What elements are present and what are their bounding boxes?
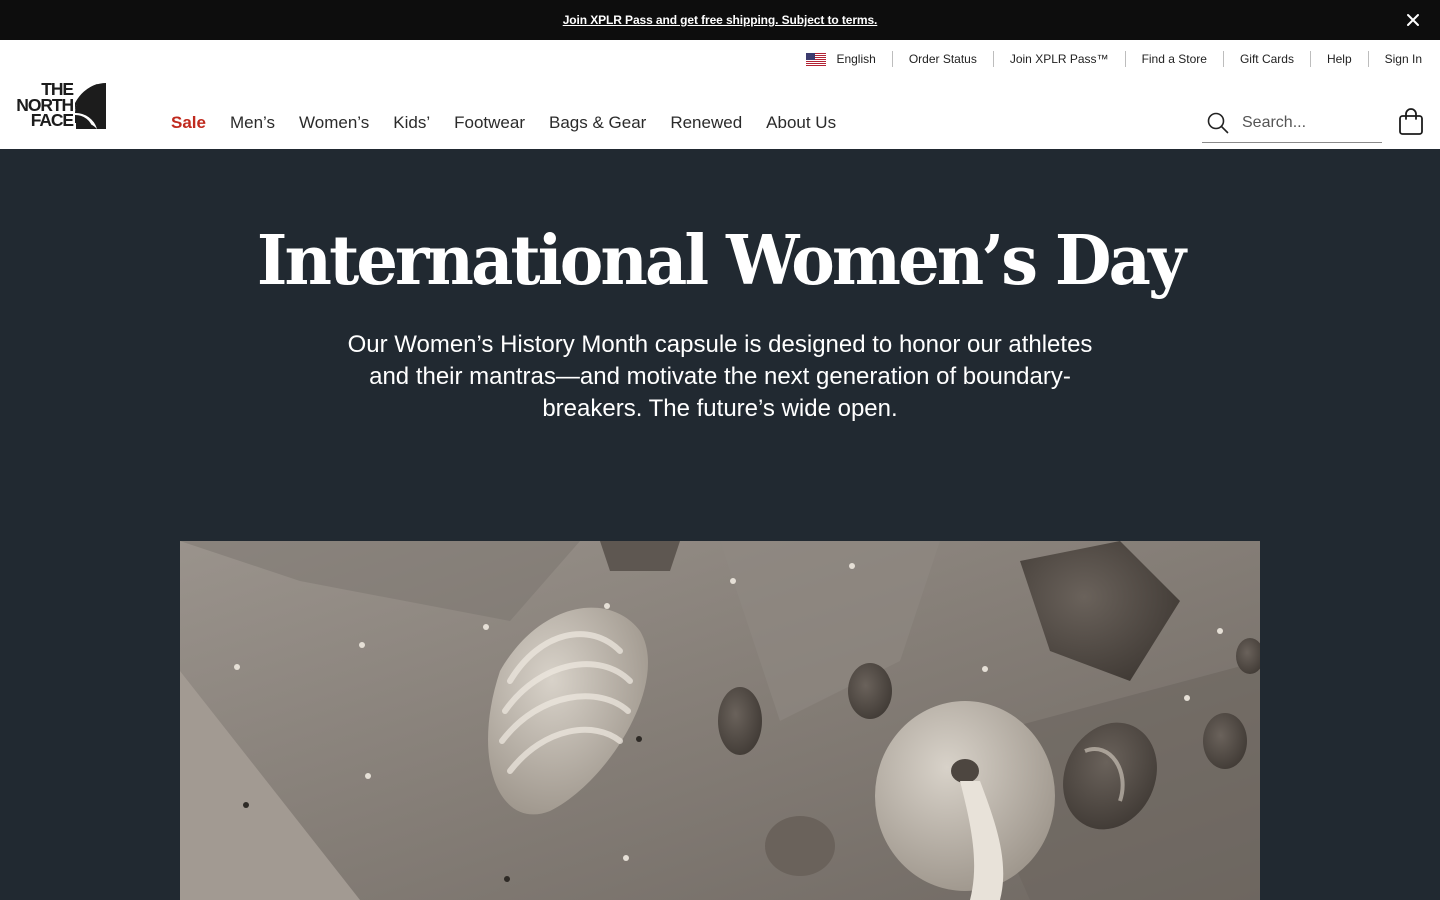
shopping-bag-icon[interactable] — [1398, 108, 1424, 136]
close-icon[interactable] — [1404, 11, 1422, 29]
us-flag-icon — [806, 52, 827, 66]
nav-item-kids[interactable]: Kids’ — [393, 113, 430, 133]
hero-section: International Women’s Day Our Women’s Hi… — [0, 149, 1440, 900]
promo-link[interactable]: Join XPLR Pass and get free shipping. Su… — [0, 13, 1440, 27]
search-box — [1202, 104, 1382, 143]
help-link[interactable]: Help — [1309, 51, 1368, 67]
search-input[interactable] — [1242, 111, 1378, 135]
join-xplr-pass-link[interactable]: Join XPLR Pass™ — [992, 51, 1125, 67]
nav-item-renewed[interactable]: Renewed — [670, 113, 742, 133]
nav-item-bags-gear[interactable]: Bags & Gear — [549, 113, 646, 133]
search-icon[interactable] — [1207, 112, 1229, 134]
order-status-link[interactable]: Order Status — [891, 51, 993, 67]
nav-item-sale[interactable]: Sale — [171, 113, 206, 133]
nav-item-about-us[interactable]: About Us — [766, 113, 836, 133]
nav-item-footwear[interactable]: Footwear — [454, 113, 525, 133]
sign-in-link[interactable]: Sign In — [1367, 51, 1422, 67]
hero-image[interactable] — [180, 541, 1260, 900]
promo-banner: Join XPLR Pass and get free shipping. Su… — [0, 0, 1440, 40]
climbing-wall-image — [180, 541, 1260, 900]
hero-description: Our Women’s History Month capsule is des… — [347, 331, 1093, 422]
language-selector[interactable]: English — [790, 51, 891, 67]
gift-cards-link[interactable]: Gift Cards — [1222, 51, 1310, 67]
nav-item-womens[interactable]: Women’s — [299, 113, 369, 133]
nav-item-mens[interactable]: Men’s — [230, 113, 275, 133]
half-dome-logo-icon — [75, 83, 106, 129]
find-a-store-link[interactable]: Find a Store — [1124, 51, 1223, 67]
utility-nav: English Order Status Join XPLR Pass™ Fin… — [790, 48, 1422, 70]
language-label: English — [836, 52, 876, 66]
main-nav: Sale Men’s Women’s Kids’ Footwear Bags &… — [171, 113, 860, 133]
brand-logo[interactable]: THE NORTH FACE — [9, 81, 109, 130]
hero-title: International Women’s Day — [256, 221, 1186, 301]
